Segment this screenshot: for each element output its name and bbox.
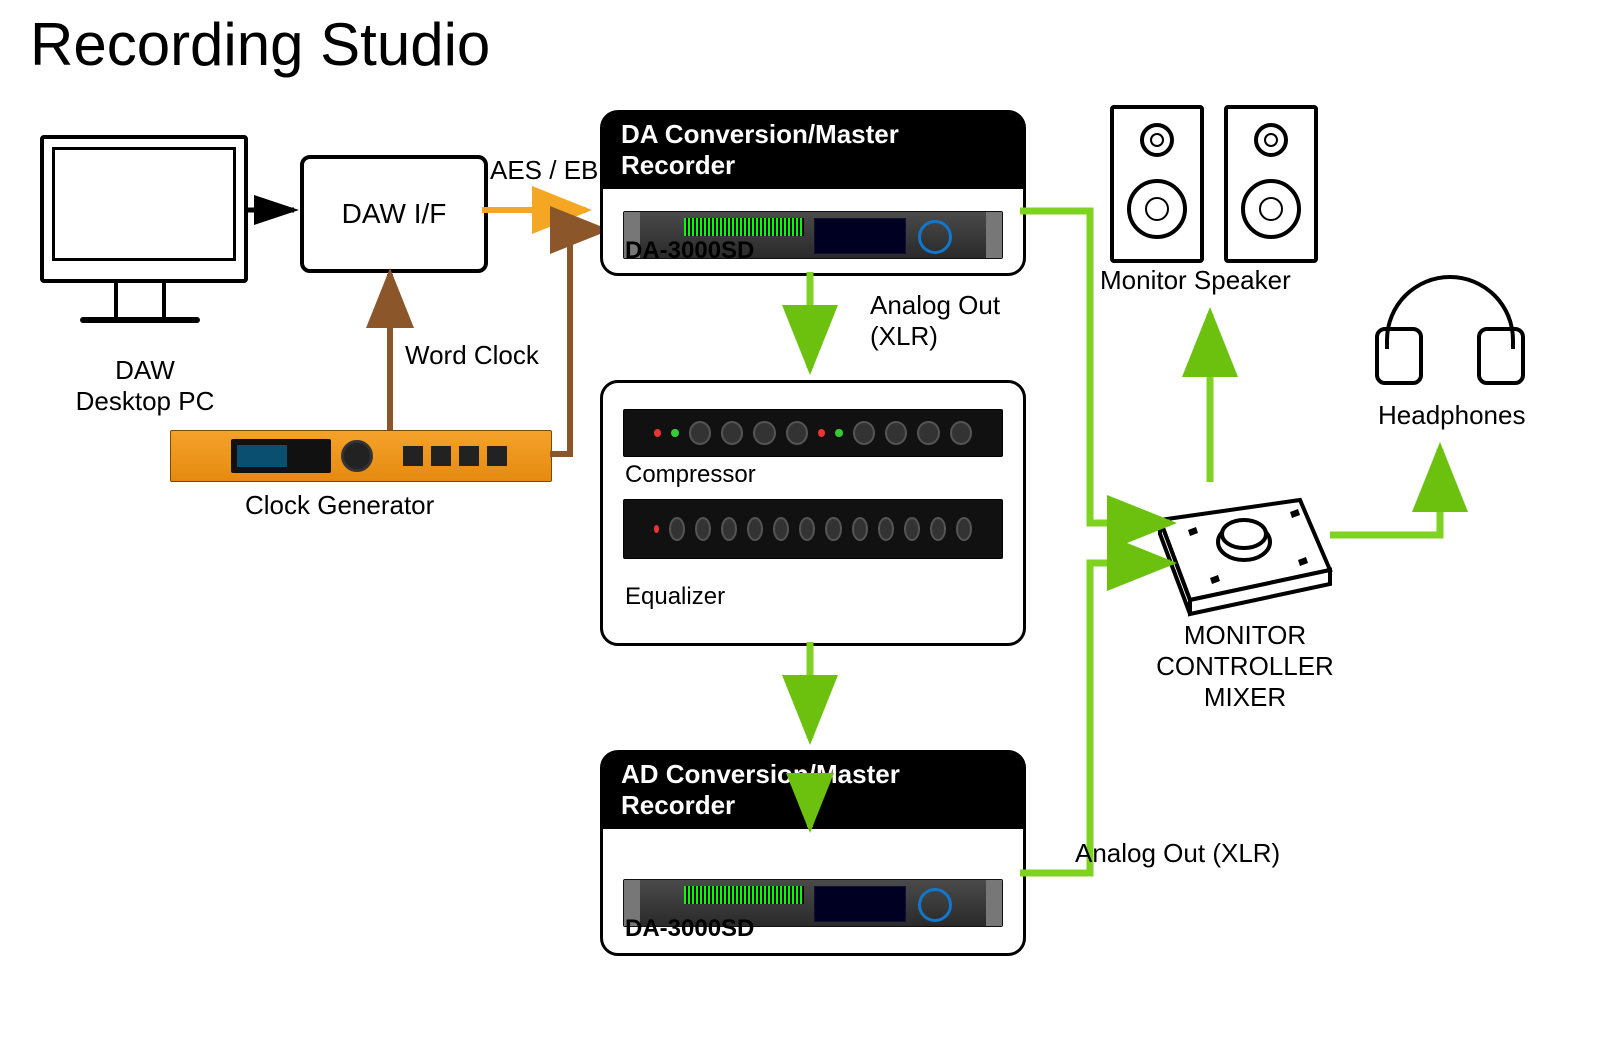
- daw-pc-label: DAW Desktop PC: [40, 355, 250, 417]
- da-box-header: DA Conversion/Master Recorder: [603, 113, 1023, 189]
- arrow-ad-to-monitor: [1020, 555, 1190, 885]
- compressor-device: [623, 409, 1003, 457]
- arrow-pc-to-dawif: [248, 200, 308, 230]
- da-conversion-box: DA Conversion/Master Recorder DA-3000SD: [600, 110, 1026, 276]
- analog-out-1-label: Analog Out (XLR): [870, 290, 1000, 352]
- processor-box: Compressor Equalizer: [600, 380, 1026, 646]
- arrow-monitor-to-speaker: [1195, 300, 1235, 485]
- ad-model-label: DA-3000SD: [625, 915, 754, 943]
- headphones-icon: [1375, 275, 1525, 385]
- da-model-label: DA-3000SD: [625, 237, 754, 265]
- arrow-into-ad-device: [798, 799, 828, 839]
- arrow-da-to-processor: [795, 272, 835, 382]
- arrow-monitor-to-headphones: [1330, 435, 1480, 555]
- daw-pc-icon: [40, 135, 240, 323]
- arrow-processor-to-ad: [795, 642, 835, 752]
- compressor-label: Compressor: [625, 461, 756, 489]
- daw-interface-label: DAW I/F: [342, 198, 447, 230]
- analog-out-2-label: Analog Out (XLR): [1075, 838, 1280, 869]
- page-title: Recording Studio: [30, 10, 490, 79]
- equalizer-label: Equalizer: [625, 583, 725, 611]
- aes-ebu-label: AES / EBU: [490, 155, 617, 186]
- clock-generator-label: Clock Generator: [245, 490, 434, 521]
- ad-conversion-box: AD Conversion/Master Recorder DA-3000SD: [600, 750, 1026, 956]
- arrow-da-to-monitor: [1020, 203, 1190, 543]
- equalizer-device: [623, 499, 1003, 559]
- clock-generator-device: [170, 430, 552, 482]
- headphones-label: Headphones: [1378, 400, 1525, 431]
- daw-interface-box: DAW I/F: [300, 155, 488, 273]
- word-clock-label: Word Clock: [405, 340, 539, 371]
